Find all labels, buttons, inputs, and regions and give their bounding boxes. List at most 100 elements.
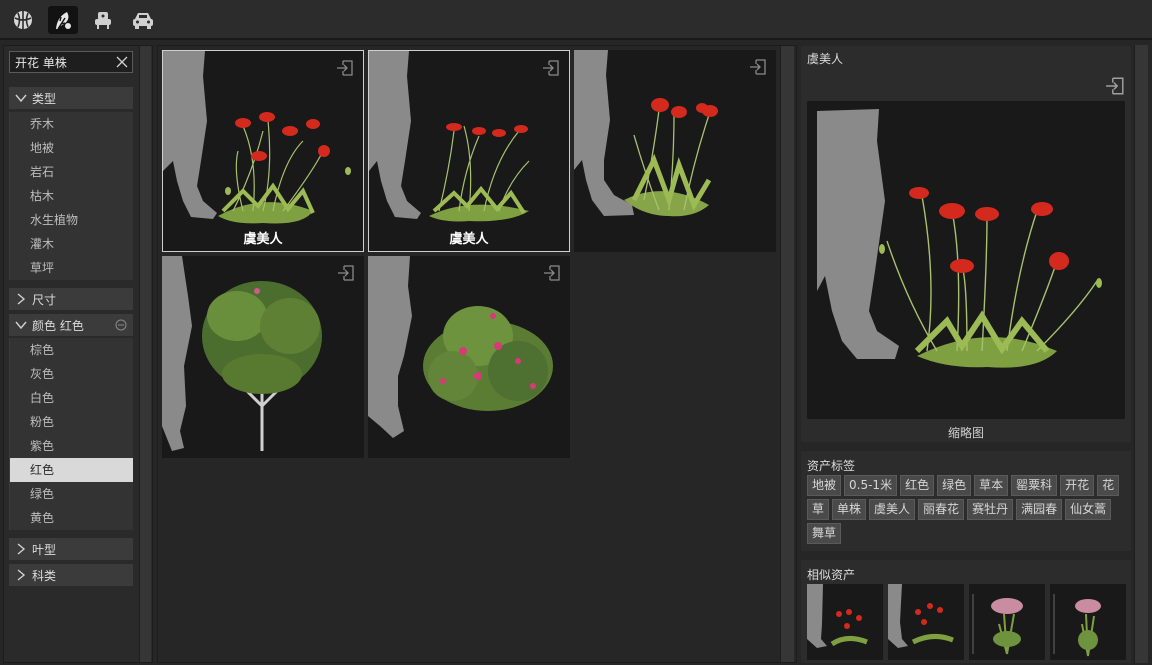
grid-scrollbar[interactable]	[780, 46, 794, 662]
similar-asset[interactable]	[1050, 584, 1126, 660]
similar-asset[interactable]	[807, 584, 883, 660]
import-icon[interactable]	[337, 264, 355, 282]
poppy-thumbnail	[163, 51, 351, 224]
tag-chip[interactable]: 开花	[1060, 475, 1095, 496]
category-type-label: 类型	[32, 91, 57, 106]
import-icon[interactable]	[543, 264, 561, 282]
pink-flower-similar-thumbnail	[972, 594, 1023, 655]
type-item[interactable]: 地被	[10, 136, 133, 160]
car-icon[interactable]	[128, 6, 158, 34]
tag-chip[interactable]: 仙女蒿	[1065, 499, 1112, 520]
import-icon[interactable]	[749, 58, 767, 76]
type-item[interactable]: 乔木	[10, 112, 133, 136]
color-item[interactable]: 粉色	[10, 410, 133, 434]
category-color-header[interactable]: 颜色 红色	[9, 314, 133, 336]
chevron-down-icon	[15, 94, 27, 103]
tag-chip[interactable]: 绿色	[937, 475, 972, 496]
rose-shrub-thumbnail	[368, 256, 553, 438]
search-box	[9, 51, 133, 73]
poppy-similar-thumbnail	[888, 584, 954, 648]
category-family-header[interactable]: 科类	[9, 564, 133, 586]
type-item[interactable]: 草坪	[10, 256, 133, 280]
chevron-right-icon	[17, 569, 26, 581]
tag-chip[interactable]: 满园春	[1016, 499, 1063, 520]
plant-icon[interactable]	[48, 6, 78, 34]
similar-asset[interactable]	[969, 584, 1045, 660]
poppy-similar-thumbnail	[807, 584, 868, 648]
color-item[interactable]: 黄色	[10, 506, 133, 530]
tag-chip[interactable]: 地被	[807, 475, 842, 496]
asset-tile[interactable]	[368, 256, 570, 458]
type-item[interactable]: 岩石	[10, 160, 133, 184]
chevron-right-icon	[17, 543, 26, 555]
asset-tile[interactable]: 虞美人	[368, 50, 570, 252]
color-item-selected[interactable]: 红色	[10, 458, 133, 482]
color-item[interactable]: 紫色	[10, 434, 133, 458]
clear-search-icon[interactable]	[116, 56, 128, 68]
asset-tags-section: 资产标签 地被 0.5-1米 红色 绿色 草本 罂粟科 开花花草单株 虞美人 丽春花 赛牡丹 满园春…	[801, 451, 1131, 551]
clear-filter-icon[interactable]	[115, 319, 127, 331]
tag-chip[interactable]: 舞草	[807, 523, 842, 544]
tags-title: 资产标签	[807, 459, 856, 473]
pink-flower-similar-thumbnail	[1053, 594, 1101, 657]
globe-icon[interactable]	[8, 6, 38, 34]
asset-label: 虞美人	[243, 232, 283, 247]
detail-preview-section: 虞美人 缩略图	[801, 46, 1131, 442]
filter-panel: 类型 乔木 地被 岩石 枯木 水生植物 灌木 草坪 尺寸 颜色 红色 棕色 灰色…	[3, 45, 153, 663]
type-list: 乔木 地被 岩石 枯木 水生植物 灌木 草坪	[9, 112, 133, 280]
import-icon[interactable]	[542, 59, 560, 77]
type-item[interactable]: 枯木	[10, 184, 133, 208]
poppy-thumbnail	[369, 51, 530, 222]
detail-title: 虞美人	[807, 52, 844, 66]
tag-chip[interactable]: 花	[1097, 475, 1120, 496]
tag-chip[interactable]: 虞美人	[869, 499, 916, 520]
asset-label: 虞美人	[449, 232, 489, 247]
import-icon[interactable]	[1105, 76, 1125, 96]
poppy-preview-image	[817, 109, 1102, 368]
filter-scrollbar[interactable]	[139, 46, 151, 662]
asset-grid: 虞美人 虞美人	[157, 45, 797, 663]
similar-title: 相似资产	[807, 568, 856, 582]
chevron-down-icon	[15, 321, 27, 330]
category-type-header[interactable]: 类型	[9, 87, 133, 109]
tags-list: 地被 0.5-1米 红色 绿色 草本 罂粟科 开花花草单株 虞美人 丽春花 赛牡丹 满园春 仙女蒿舞草	[807, 475, 1129, 544]
thumbnail-caption: 缩略图	[947, 426, 984, 440]
category-leaf-label: 叶型	[32, 542, 57, 557]
color-item[interactable]: 灰色	[10, 362, 133, 386]
color-item[interactable]: 绿色	[10, 482, 133, 506]
asset-tile[interactable]: 虞美人	[162, 50, 364, 252]
import-icon[interactable]	[336, 59, 354, 77]
color-item[interactable]: 棕色	[10, 338, 133, 362]
detail-scrollbar[interactable]	[1134, 45, 1148, 663]
asset-tile[interactable]	[162, 256, 364, 458]
type-item[interactable]: 灌木	[10, 232, 133, 256]
tag-chip[interactable]: 0.5-1米	[844, 475, 898, 496]
similar-assets-section: 相似资产	[801, 560, 1131, 663]
tag-chip[interactable]: 罂粟科	[1011, 475, 1058, 496]
tag-chip[interactable]: 单株	[832, 499, 867, 520]
category-family-label: 科类	[32, 568, 57, 583]
similar-asset[interactable]	[888, 584, 964, 660]
poppy-thumbnail	[574, 50, 718, 217]
tag-chip[interactable]: 草	[807, 499, 830, 520]
tree-thumbnail	[162, 256, 322, 451]
asset-tile[interactable]	[574, 50, 776, 252]
category-size-label: 尺寸	[32, 292, 57, 307]
tag-chip[interactable]: 草本	[974, 475, 1009, 496]
category-size-header[interactable]: 尺寸	[9, 288, 133, 310]
tag-chip[interactable]: 赛牡丹	[967, 499, 1014, 520]
tag-chip[interactable]: 红色	[900, 475, 935, 496]
category-leaf-header[interactable]: 叶型	[9, 538, 133, 560]
similar-list	[807, 584, 1126, 660]
chevron-right-icon	[17, 293, 26, 305]
category-color-label: 颜色 红色	[32, 318, 84, 333]
search-input[interactable]	[10, 52, 114, 72]
top-toolbar	[0, 0, 1152, 40]
detail-thumbnail	[807, 101, 1125, 419]
color-item[interactable]: 白色	[10, 386, 133, 410]
color-list: 棕色 灰色 白色 粉色 紫色 红色 绿色 黄色	[9, 338, 133, 530]
type-item[interactable]: 水生植物	[10, 208, 133, 232]
detail-panel: 虞美人 缩略图 资产标签 地被 0.5-1米 红色 绿色 草本 罂粟科 开花花草单株 虞美人丽…	[800, 45, 1150, 663]
tag-chip[interactable]: 丽春花	[918, 499, 965, 520]
furniture-icon[interactable]	[88, 6, 118, 34]
